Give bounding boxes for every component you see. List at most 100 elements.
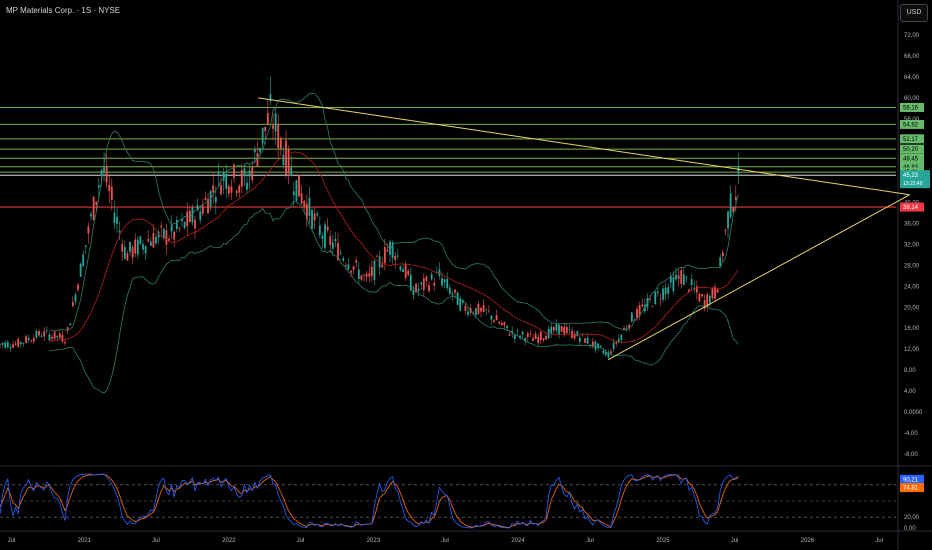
time-tick-label: Jul [152,538,160,544]
candle-body [162,228,165,239]
time-tick-label: 2025 [656,538,670,544]
candle-body [84,245,87,247]
candle-body [667,287,670,294]
candle-body [404,263,407,278]
price-tick-label: 72,00 [904,33,920,39]
price-tick-label: -4,00 [904,431,918,437]
candle-body [66,327,69,330]
candle-body [641,304,644,307]
current-price-label: 45,23 [903,173,919,179]
bollinger-lower [49,200,739,394]
candle-body [708,295,711,304]
candle-body [25,336,27,343]
candle-body [365,273,368,277]
candle-body [409,274,412,291]
candle-body [529,333,532,335]
candle-body [235,190,238,193]
candle-body [350,270,352,273]
candle-body [58,333,61,338]
resistance-tag-label: 48,45 [903,156,919,162]
candle-body [27,338,30,341]
candle-body [576,331,579,337]
candle-body [737,166,740,175]
candle-body [261,127,264,144]
candle-body [175,220,178,229]
candle-body [30,340,33,342]
candle-body [474,308,477,316]
candle-body [186,211,189,226]
candle-body [677,275,680,279]
candle-body [490,315,493,320]
candle-body [329,236,332,245]
candle-body [459,298,462,311]
candle-body [615,341,618,344]
candle-body [620,334,623,340]
bollinger-upper [49,92,739,332]
candle-body [272,125,274,129]
candle-body [680,270,683,284]
price-tick-label: 32,00 [904,242,920,248]
candle-body [212,185,215,193]
candle-body [53,331,56,339]
candle-body [199,211,202,220]
candle-body [97,185,100,188]
candle-body [152,232,155,248]
price-tick-label: 60,00 [904,96,920,102]
candle-body [12,344,14,348]
candle-body [251,166,254,181]
candle-body [173,231,176,240]
candle-body [381,264,384,268]
candle-body [651,306,654,308]
chart-canvas[interactable]: 72,0068,0064,0060,0056,0052,0048,0044,00… [0,0,932,550]
candle-body [214,197,217,203]
price-tick-label: 16,00 [904,326,920,332]
candle-body [729,193,732,217]
candle-body [675,274,677,280]
time-tick-label: 2024 [511,538,525,544]
currency-button[interactable]: USD [900,4,928,22]
candle-body [563,326,566,334]
candle-body [568,328,571,330]
candle-body [532,337,534,341]
candle-body [147,239,150,242]
candle-body [248,170,251,177]
candle-body [516,330,519,332]
candle-body [131,247,134,258]
candle-body [386,249,389,252]
candle-body [160,225,163,228]
oscillator-tick-label: 20,00 [904,515,920,521]
candle-body [610,351,612,354]
price-tick-label: 36,00 [904,222,920,228]
candle-body [279,137,282,149]
candle-body [259,147,261,153]
candle-body [716,289,719,293]
time-tick-label: Jul [441,538,449,544]
candle-body [321,235,324,239]
candle-body [105,166,108,183]
candle-body [342,258,345,261]
candle-body [420,282,423,285]
time-tick-label: 2026 [801,538,815,544]
candle-body [311,209,313,229]
candle-body [142,244,144,250]
candle-body [623,328,625,330]
candle-body [308,197,311,216]
trend-line [608,194,910,361]
candle-body [92,196,95,220]
candle-body [584,338,586,343]
candle-body [347,264,350,270]
candle-body [61,334,64,342]
candle-body [292,191,295,196]
candle-body [116,216,118,224]
candle-body [565,326,568,333]
candle-body [383,247,386,264]
candle-body [594,341,597,350]
candle-body [129,241,131,252]
time-tick-label: Jul [586,538,594,544]
candle-body [682,274,685,285]
candle-body [290,167,293,176]
candle-body [360,275,363,280]
candle-body [352,266,355,270]
candle-body [110,186,113,200]
candle-body [194,220,196,229]
